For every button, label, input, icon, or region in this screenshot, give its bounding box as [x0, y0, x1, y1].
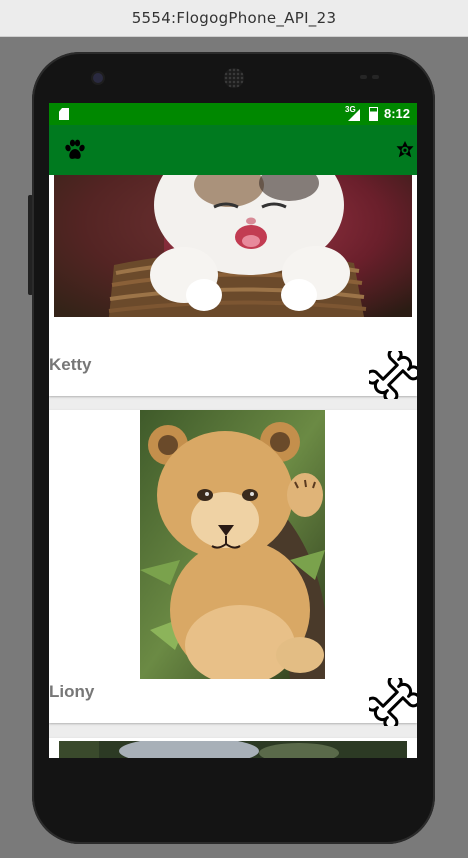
earpiece-speaker [224, 68, 244, 88]
pet-feed[interactable]: Ketty Liony [49, 175, 417, 758]
status-bar: 3G 8:12 [49, 103, 417, 125]
battery-icon [369, 107, 378, 121]
pet-name: Liony [49, 682, 95, 701]
pet-photo-lion-cub [140, 410, 325, 679]
bone-icon[interactable] [369, 678, 417, 726]
light-sensor [372, 75, 379, 79]
network-type-label: 3G [345, 105, 356, 114]
sd-card-icon [59, 108, 69, 120]
proximity-sensor [360, 75, 367, 79]
bone-icon[interactable] [369, 351, 417, 399]
status-clock: 8:12 [384, 106, 411, 121]
pet-card[interactable]: Liony [49, 410, 417, 726]
paw-icon[interactable] [63, 138, 87, 162]
pet-card[interactable]: Ketty [49, 175, 417, 399]
pet-name: Ketty [49, 355, 92, 374]
front-camera [93, 73, 103, 83]
pet-photo-partial [59, 741, 407, 758]
star-badge-icon[interactable] [395, 141, 415, 161]
device-screen: 3G 8:12 Ketty Liony [49, 103, 417, 758]
pet-card[interactable] [49, 738, 417, 758]
emulator-window-title: 5554:FlogogPhone_API_23 [0, 0, 468, 37]
pet-photo-kitten [54, 175, 412, 317]
app-bar [49, 125, 417, 175]
